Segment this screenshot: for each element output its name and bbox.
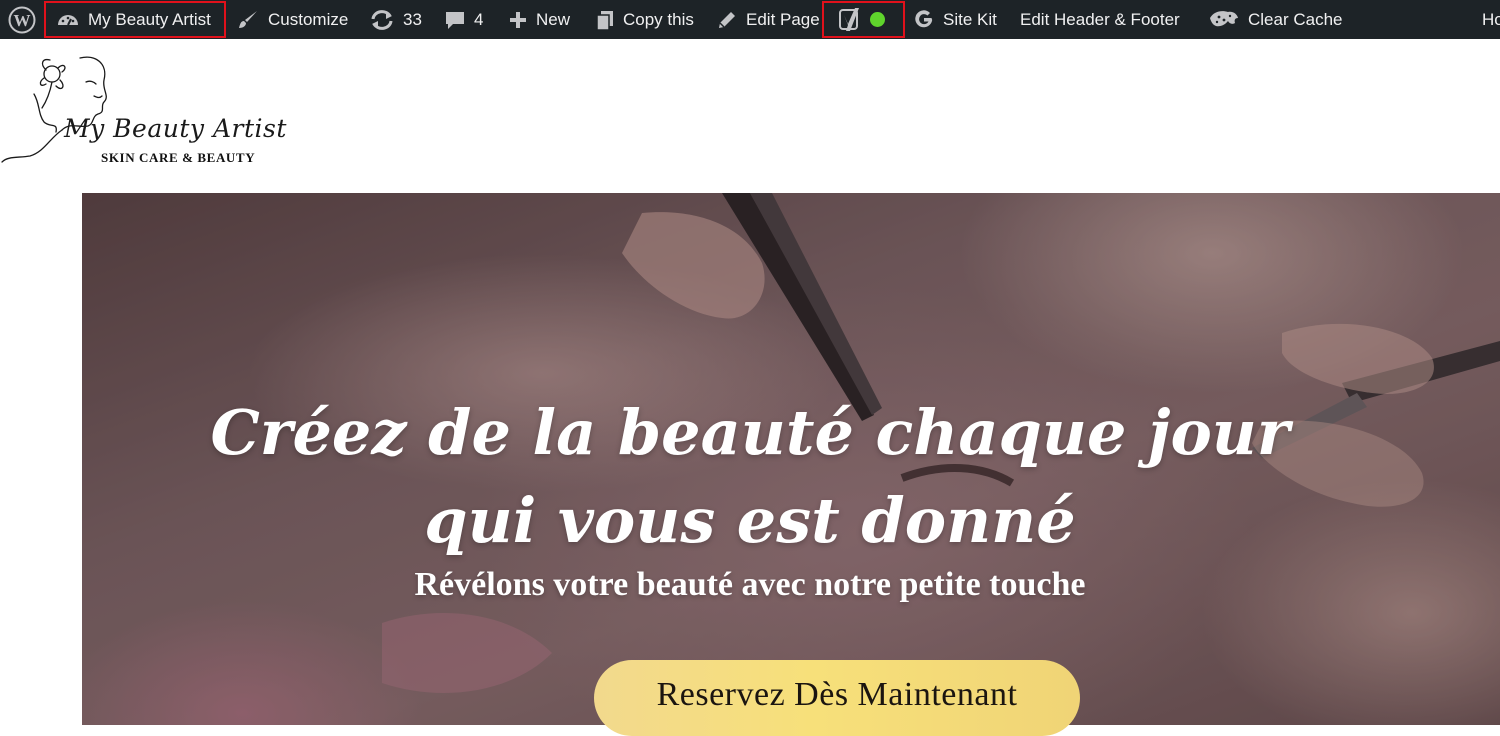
site-logo[interactable]: My Beauty Artist SKIN CARE & BEAUTY <box>0 52 305 170</box>
svg-text:W: W <box>14 11 31 30</box>
hero-title-line-2: qui vous est donné <box>424 484 1076 557</box>
clear-cache-link[interactable]: Clear Cache <box>1208 0 1343 39</box>
hero-title-line-1: Créez de la beauté chaque jour <box>210 396 1290 469</box>
edit-header-footer-label: Edit Header & Footer <box>1020 9 1180 29</box>
edit-page-label: Edit Page <box>746 9 820 29</box>
updates-count: 33 <box>403 9 422 29</box>
comments-link[interactable]: 4 <box>444 0 483 39</box>
site-kit-label: Site Kit <box>943 9 997 29</box>
comments-count: 4 <box>474 9 484 29</box>
howdy-account-menu[interactable]: Ho <box>1482 0 1500 39</box>
copy-icon <box>596 10 613 31</box>
hero-subtitle: Révélons votre beauté avec notre petite … <box>414 566 1086 603</box>
comment-icon <box>446 11 464 29</box>
dashboard-icon <box>58 14 78 25</box>
site-name-label: My Beauty Artist <box>88 9 211 29</box>
logo-script-name: My Beauty Artist <box>64 114 287 143</box>
site-kit-link[interactable]: Site Kit <box>913 0 997 39</box>
copy-this-link[interactable]: Copy this <box>595 0 694 39</box>
updates-icon <box>371 9 393 30</box>
google-icon <box>915 9 933 27</box>
brush-icon <box>239 10 257 28</box>
plus-icon <box>510 11 526 28</box>
wordpress-logo-menu[interactable]: W <box>8 0 36 39</box>
seo-status-dot <box>870 12 885 27</box>
yoast-seo-menu[interactable] <box>838 0 885 39</box>
wordpress-icon: W <box>8 6 36 33</box>
admin-bar: W My Beauty Artist Customize 33 4 New Co… <box>0 0 1500 39</box>
clear-cache-label: Clear Cache <box>1248 9 1343 29</box>
customize-label: Customize <box>268 9 349 29</box>
new-content-menu[interactable]: New <box>508 0 570 39</box>
logo-tagline: SKIN CARE & BEAUTY <box>101 150 256 165</box>
cheetah-icon <box>1210 10 1238 26</box>
howdy-label: Ho <box>1482 9 1500 29</box>
edit-page-link[interactable]: Edit Page <box>716 0 820 39</box>
yoast-icon <box>839 7 859 31</box>
customize-link[interactable]: Customize <box>236 0 348 39</box>
site-name-menu[interactable]: My Beauty Artist <box>56 0 211 39</box>
new-label: New <box>536 9 571 29</box>
copy-this-label: Copy this <box>623 9 694 29</box>
updates-link[interactable]: 33 <box>369 0 422 39</box>
pencil-icon <box>719 11 735 28</box>
edit-header-footer-link[interactable]: Edit Header & Footer <box>1020 0 1180 39</box>
